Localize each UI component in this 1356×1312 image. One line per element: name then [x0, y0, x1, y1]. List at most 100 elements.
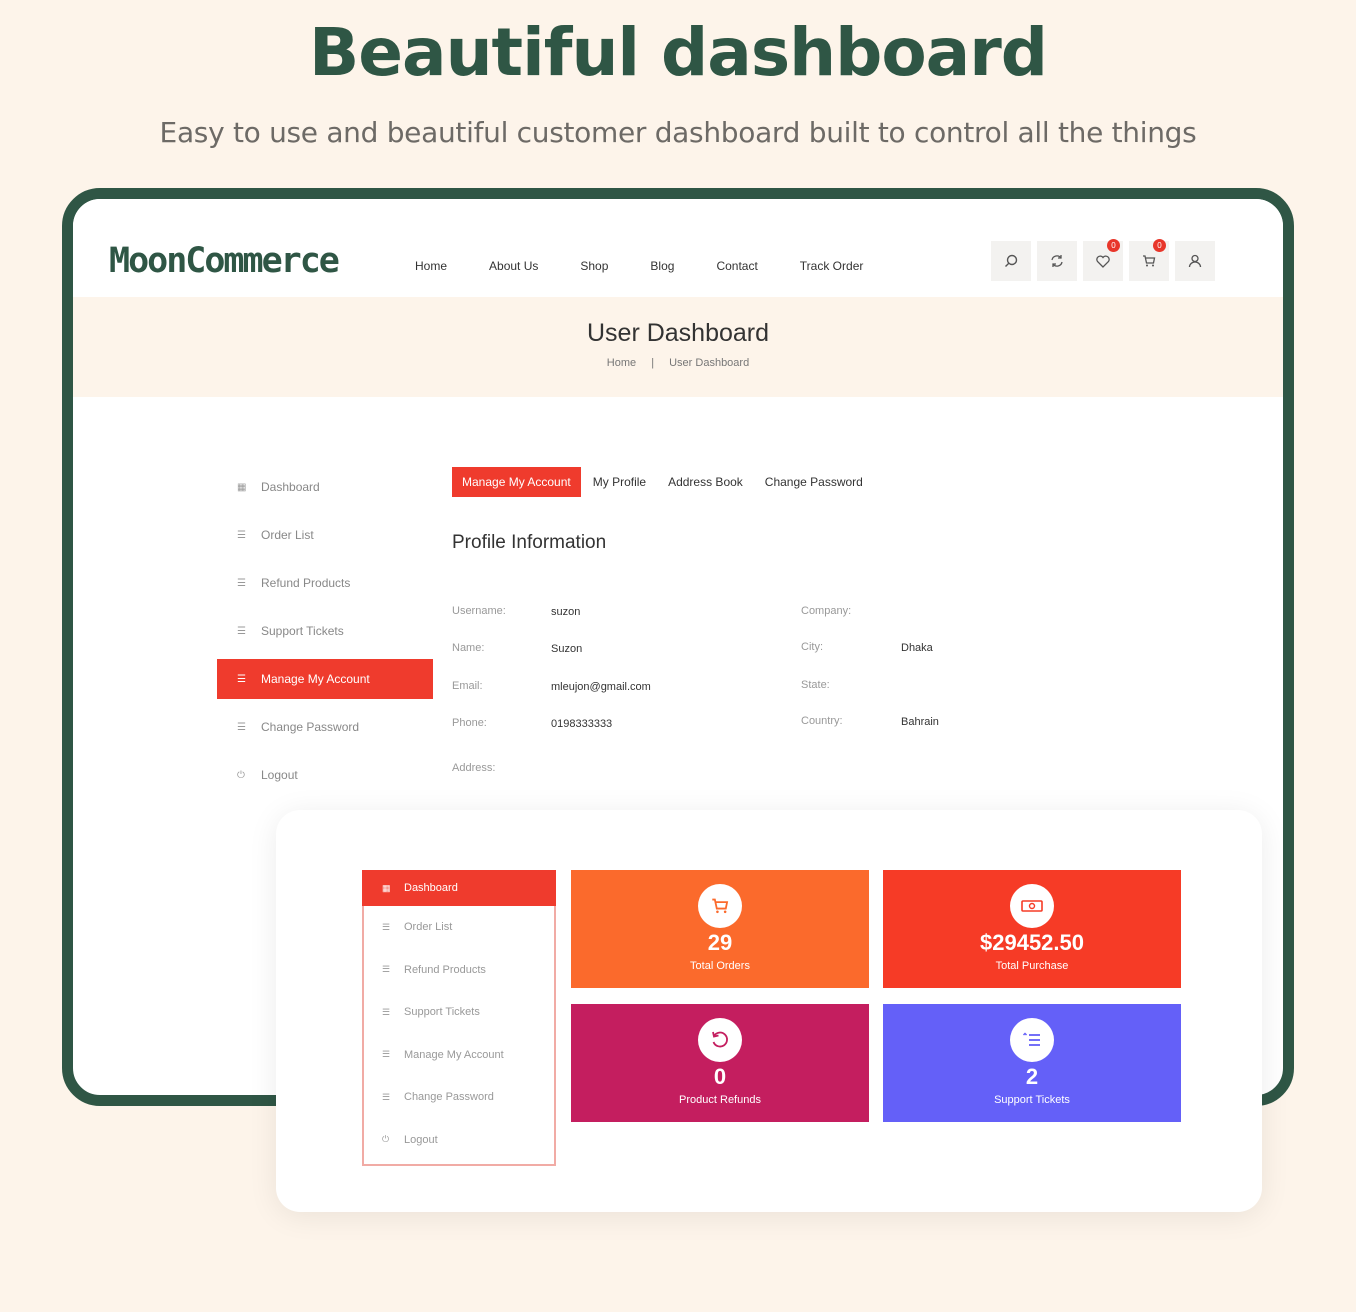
logout-icon: ⏻: [382, 1134, 390, 1145]
company-label: Company:: [801, 605, 852, 617]
username-value: suzon: [551, 606, 581, 618]
menu-contact[interactable]: Contact: [716, 259, 757, 273]
stat-label: Support Tickets: [994, 1094, 1070, 1106]
country-value: Bahrain: [901, 716, 939, 728]
hero-subtitle: Easy to use and beautiful customer dashb…: [159, 116, 1197, 149]
menu-track-order[interactable]: Track Order: [800, 259, 864, 273]
address-label: Address:: [452, 762, 496, 774]
sidebar-item-label: Order List: [261, 528, 314, 542]
list-icon: ☰: [382, 1006, 391, 1017]
wishlist-badge: 0: [1107, 239, 1120, 252]
wishlist-icon[interactable]: 0: [1083, 239, 1123, 281]
sidebar-item-support-tickets[interactable]: ☰ Support Tickets: [217, 611, 433, 651]
header-icons: 0 0: [991, 239, 1215, 281]
list-icon: [1010, 1018, 1054, 1062]
breadcrumb-separator: |: [651, 357, 655, 369]
list-icon: ☰: [237, 529, 246, 541]
mini-sidebar-item-label: Support Tickets: [404, 1006, 480, 1019]
mini-sidebar: ▦ Dashboard ☰ Order List ☰ Refund Products …: [362, 870, 556, 1166]
stat-value: $29452.50: [980, 930, 1084, 955]
search-icon[interactable]: [991, 241, 1031, 281]
list-icon: ☰: [382, 1049, 391, 1060]
mini-sidebar-item-refund-products[interactable]: ☰ Refund Products: [364, 949, 554, 992]
sidebar-item-manage-my-account[interactable]: ☰ Manage My Account: [217, 659, 433, 699]
mini-sidebar-item-logout[interactable]: ⏻ Logout: [364, 1119, 554, 1162]
state-label: State:: [801, 679, 830, 691]
stat-label: Total Purchase: [995, 960, 1069, 972]
stat-value: 29: [707, 930, 733, 955]
phone-value: 0198333333: [551, 718, 613, 730]
sidebar-item-logout[interactable]: ⏻ Logout: [217, 755, 433, 795]
list-icon: ☰: [382, 964, 391, 975]
page-banner: User Dashboard Home | User Dashboard: [73, 297, 1283, 397]
tab-my-profile[interactable]: My Profile: [593, 475, 646, 489]
sidebar-item-order-list[interactable]: ☰ Order List: [217, 515, 433, 555]
sidebar-item-refund-products[interactable]: ☰ Refund Products: [217, 563, 433, 603]
sidebar-item-label: Logout: [261, 768, 298, 782]
tab-manage-my-account[interactable]: Manage My Account: [452, 467, 581, 497]
account-sidebar: ▦ Dashboard ☰ Order List ☰ Refund Products …: [217, 467, 433, 803]
breadcrumb-current: User Dashboard: [669, 357, 750, 369]
tab-change-password[interactable]: Change Password: [765, 475, 863, 489]
mini-sidebar-item-label: Order List: [404, 921, 453, 934]
mini-sidebar-item-order-list[interactable]: ☰ Order List: [364, 906, 554, 949]
mini-sidebar-item-change-password[interactable]: ☰ Change Password: [364, 1076, 554, 1119]
compare-icon[interactable]: [1037, 241, 1077, 281]
logo[interactable]: MoonCommerce: [109, 241, 340, 281]
stat-support-tickets: 2 Support Tickets: [883, 1004, 1181, 1122]
sidebar-item-change-password[interactable]: ☰ Change Password: [217, 707, 433, 747]
refund-icon: [698, 1018, 742, 1062]
email-value: mleujon@gmail.com: [551, 681, 651, 693]
stat-total-orders: 29 Total Orders: [571, 870, 869, 988]
cart-badge: 0: [1153, 239, 1166, 252]
sidebar-item-label: Change Password: [261, 720, 360, 734]
email-label: Email:: [452, 680, 483, 692]
name-value: Suzon: [551, 643, 583, 655]
stat-label: Total Orders: [690, 960, 750, 972]
cart-icon[interactable]: 0: [1129, 239, 1169, 281]
list-icon: ☰: [237, 625, 246, 637]
main-menu: Home About Us Shop Blog Contact Track Or…: [415, 259, 905, 273]
stat-product-refunds: 0 Product Refunds: [571, 1004, 869, 1122]
profile-heading: Profile Information: [452, 532, 607, 553]
mini-sidebar-item-label: Dashboard: [404, 882, 458, 894]
user-icon[interactable]: [1175, 241, 1215, 281]
mini-sidebar-item-label: Logout: [404, 1133, 438, 1146]
menu-blog[interactable]: Blog: [650, 259, 674, 273]
list-icon: ☰: [382, 921, 391, 932]
account-tabs: Manage My Account My Profile Address Boo…: [452, 467, 885, 497]
list-icon: ☰: [237, 673, 246, 685]
name-label: Name:: [452, 642, 485, 654]
mini-sidebar-item-support-tickets[interactable]: ☰ Support Tickets: [364, 991, 554, 1034]
breadcrumb-home[interactable]: Home: [607, 357, 636, 369]
menu-about-us[interactable]: About Us: [489, 259, 538, 273]
menu-shop[interactable]: Shop: [580, 259, 608, 273]
cart-icon: [698, 884, 742, 928]
country-label: Country:: [801, 715, 843, 727]
list-icon: ☰: [237, 577, 246, 589]
mini-sidebar-item-label: Refund Products: [404, 963, 486, 976]
city-label: City:: [801, 641, 823, 653]
sidebar-item-label: Manage My Account: [261, 672, 370, 686]
mini-sidebar-item-dashboard[interactable]: ▦ Dashboard: [362, 870, 556, 906]
stat-value: 0: [713, 1064, 727, 1089]
sidebar-item-label: Dashboard: [261, 480, 320, 494]
dashboard-icon: ▦: [382, 882, 391, 893]
stat-total-purchase: $29452.50 Total Purchase: [883, 870, 1181, 988]
menu-home[interactable]: Home: [415, 259, 447, 273]
logout-icon: ⏻: [237, 769, 245, 781]
phone-label: Phone:: [452, 717, 487, 729]
sidebar-item-label: Support Tickets: [261, 624, 344, 638]
list-icon: ☰: [237, 721, 246, 733]
mini-sidebar-item-label: Change Password: [404, 1091, 494, 1104]
money-icon: [1010, 884, 1054, 928]
city-value: Dhaka: [901, 642, 933, 654]
dashboard-icon: ▦: [237, 481, 247, 493]
mini-sidebar-item-label: Manage My Account: [404, 1048, 504, 1061]
stat-value: 2: [1025, 1064, 1039, 1089]
mini-sidebar-item-manage-my-account[interactable]: ☰ Manage My Account: [364, 1034, 554, 1077]
tab-address-book[interactable]: Address Book: [668, 475, 743, 489]
top-navigation: MoonCommerce Home About Us Shop Blog Con…: [73, 199, 1283, 297]
sidebar-item-label: Refund Products: [261, 576, 351, 590]
sidebar-item-dashboard[interactable]: ▦ Dashboard: [217, 467, 433, 507]
